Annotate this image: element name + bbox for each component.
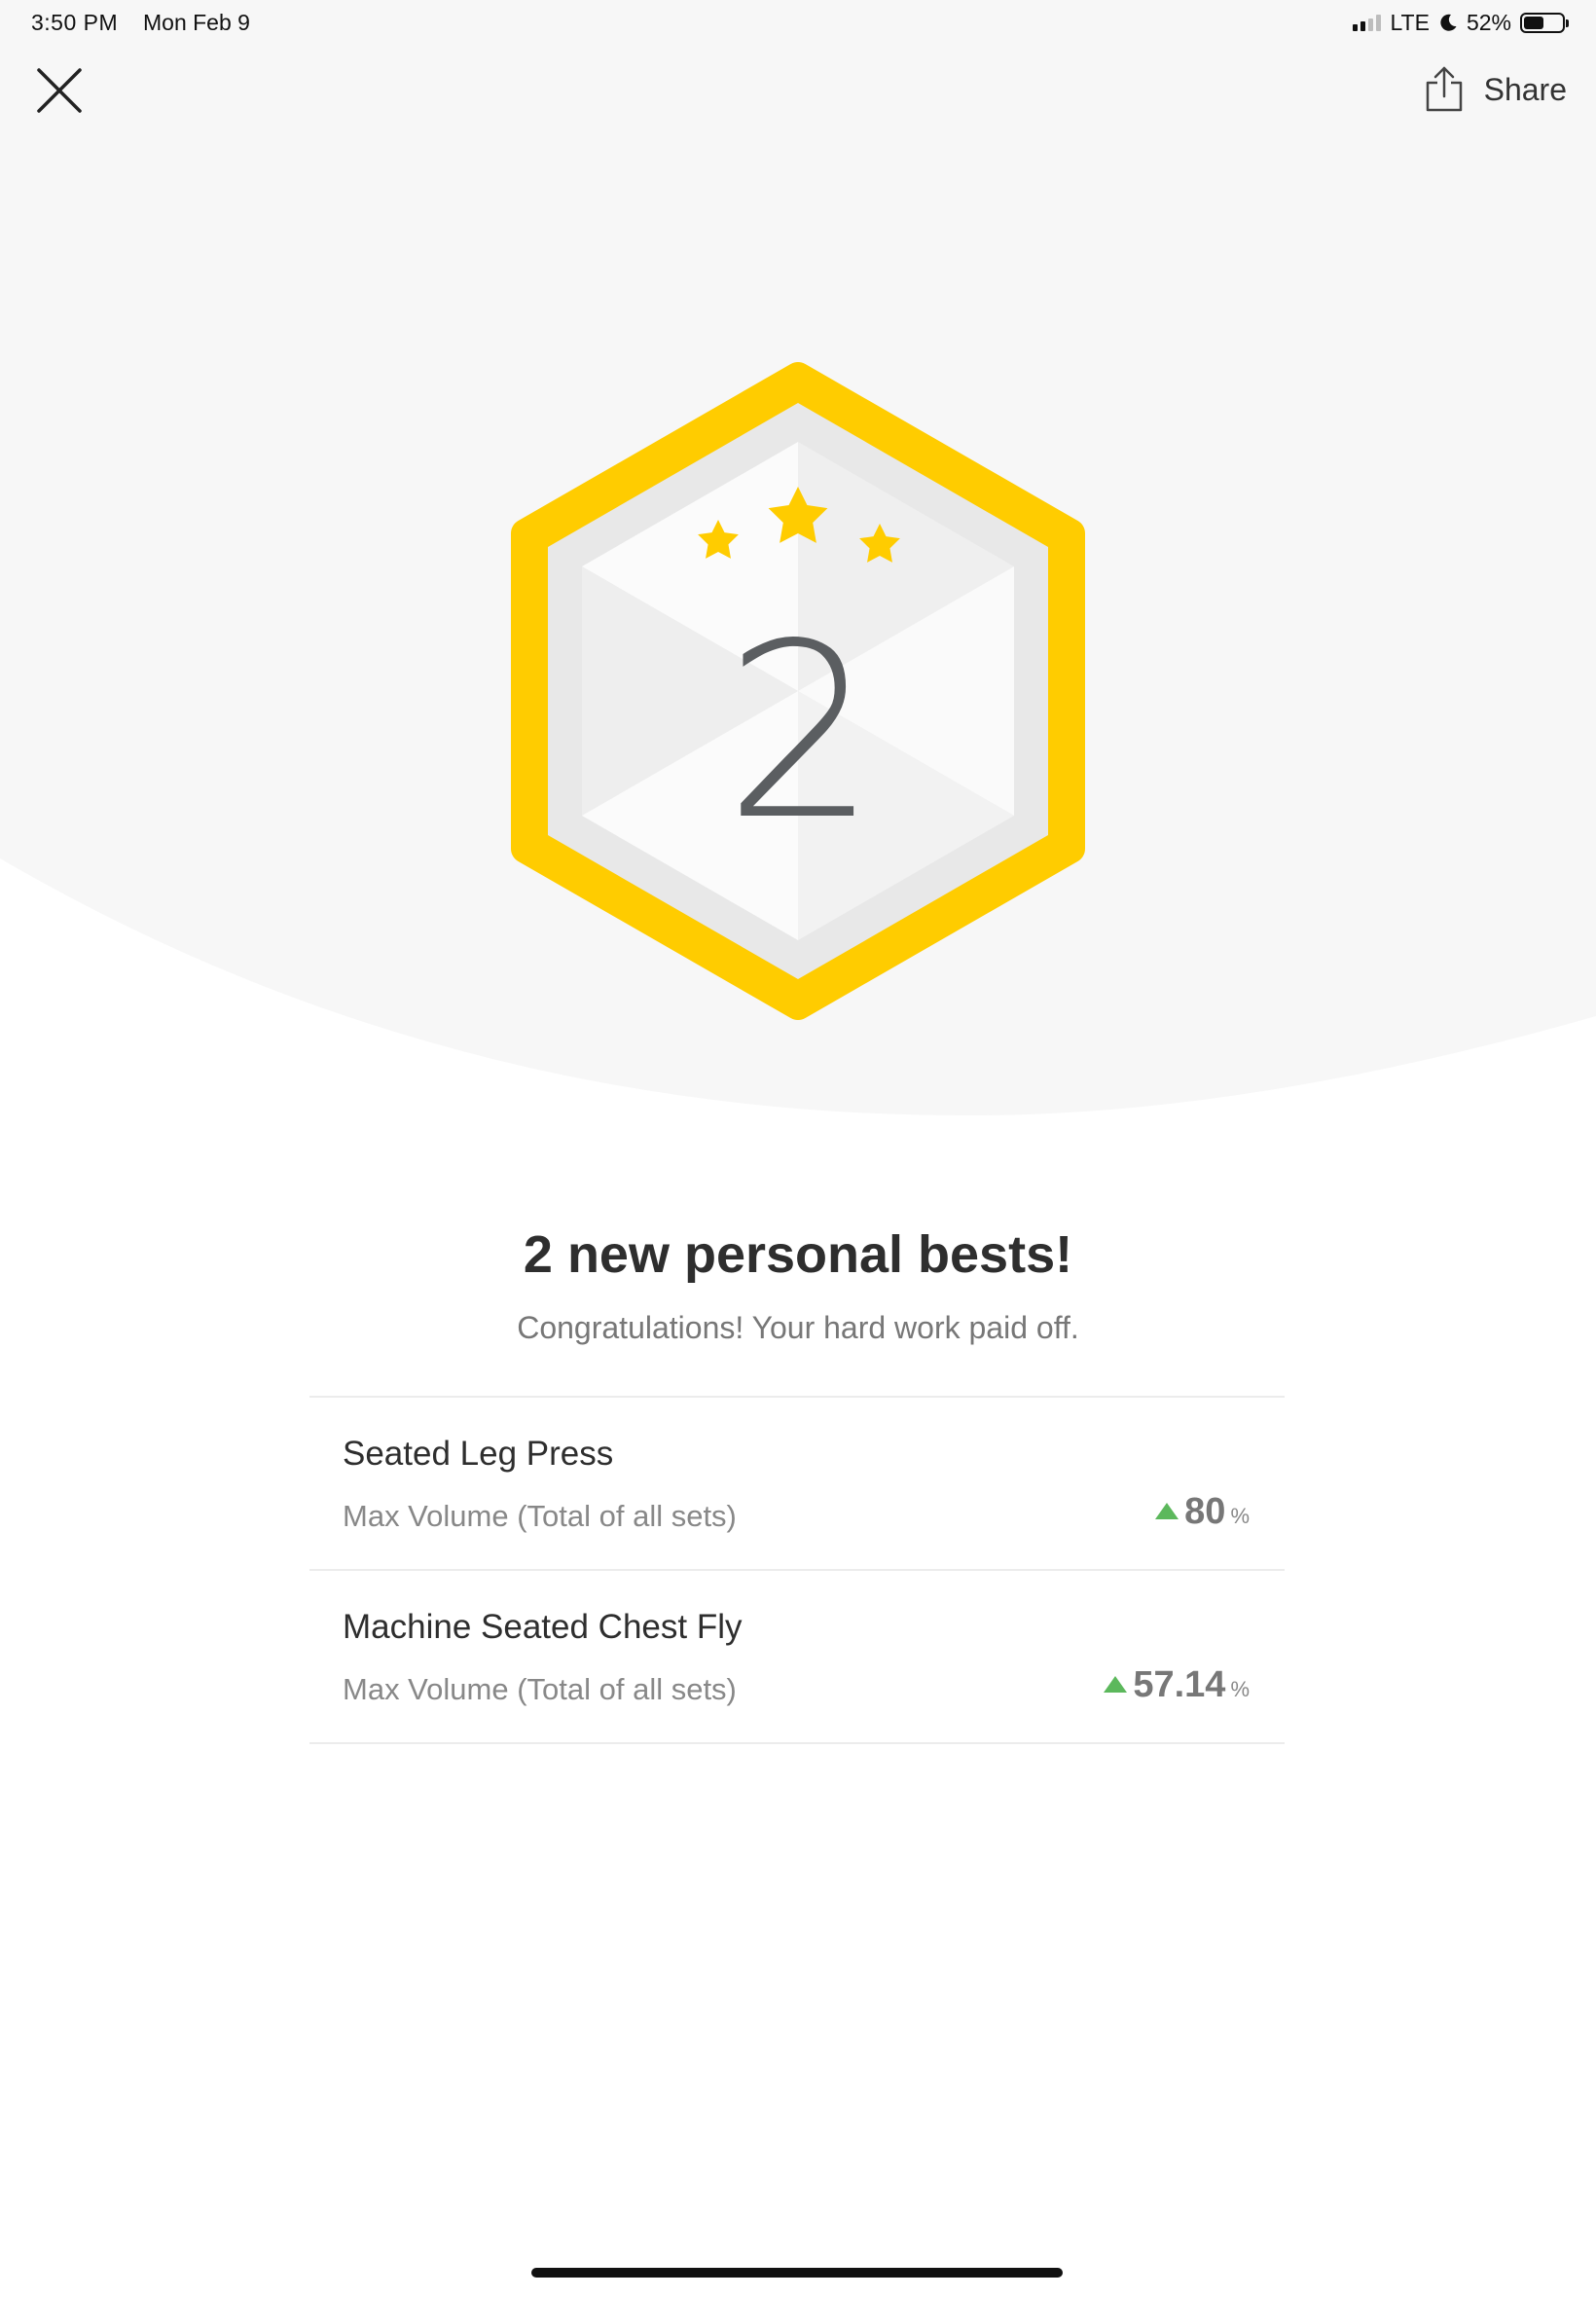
signal-icon xyxy=(1353,14,1382,31)
list-item: Machine Seated Chest Fly Max Volume (Tot… xyxy=(309,1571,1285,1744)
share-button[interactable]: Share xyxy=(1424,62,1567,117)
personal-bests-screen: 3:50 PM Mon Feb 9 LTE 52% Share 2 2 new … xyxy=(0,0,1596,2297)
list-item: Seated Leg Press Max Volume (Total of al… xyxy=(309,1398,1285,1571)
record-metric: Max Volume (Total of all sets) xyxy=(343,1672,737,1706)
record-change: 80 % xyxy=(1155,1491,1250,1533)
network-label: LTE xyxy=(1390,9,1430,35)
share-icon xyxy=(1426,66,1462,112)
record-metric: Max Volume (Total of all sets) xyxy=(343,1499,737,1533)
battery-icon xyxy=(1520,12,1569,33)
change-unit: % xyxy=(1230,1677,1250,1701)
records-list: Seated Leg Press Max Volume (Total of al… xyxy=(309,1396,1285,1744)
exercise-name: Seated Leg Press xyxy=(343,1435,614,1473)
change-value: 57.14 xyxy=(1133,1664,1226,1705)
page-title: 2 new personal bests! xyxy=(523,1225,1073,1284)
arrow-up-icon xyxy=(1155,1503,1179,1519)
close-button[interactable] xyxy=(29,60,90,121)
status-time: 3:50 PM xyxy=(31,10,119,35)
battery-percent: 52% xyxy=(1466,9,1511,35)
arrow-up-icon xyxy=(1104,1676,1128,1693)
page-subtitle: Congratulations! Your hard work paid off… xyxy=(517,1310,1079,1345)
exercise-name: Machine Seated Chest Fly xyxy=(343,1608,743,1646)
share-label: Share xyxy=(1483,71,1567,107)
record-change: 57.14 % xyxy=(1104,1664,1250,1706)
change-unit: % xyxy=(1230,1504,1250,1528)
status-indicators: LTE 52% xyxy=(1353,8,1569,37)
home-indicator[interactable] xyxy=(531,2268,1063,2278)
change-value: 80 xyxy=(1184,1491,1226,1532)
close-icon xyxy=(37,68,82,113)
badge-count: 2 xyxy=(724,593,878,873)
moon-icon xyxy=(1440,14,1457,31)
status-bar: 3:50 PM Mon Feb 9 LTE 52% xyxy=(0,0,1596,47)
personal-best-badge: 2 xyxy=(511,362,1085,1020)
status-date: Mon Feb 9 xyxy=(143,10,250,35)
